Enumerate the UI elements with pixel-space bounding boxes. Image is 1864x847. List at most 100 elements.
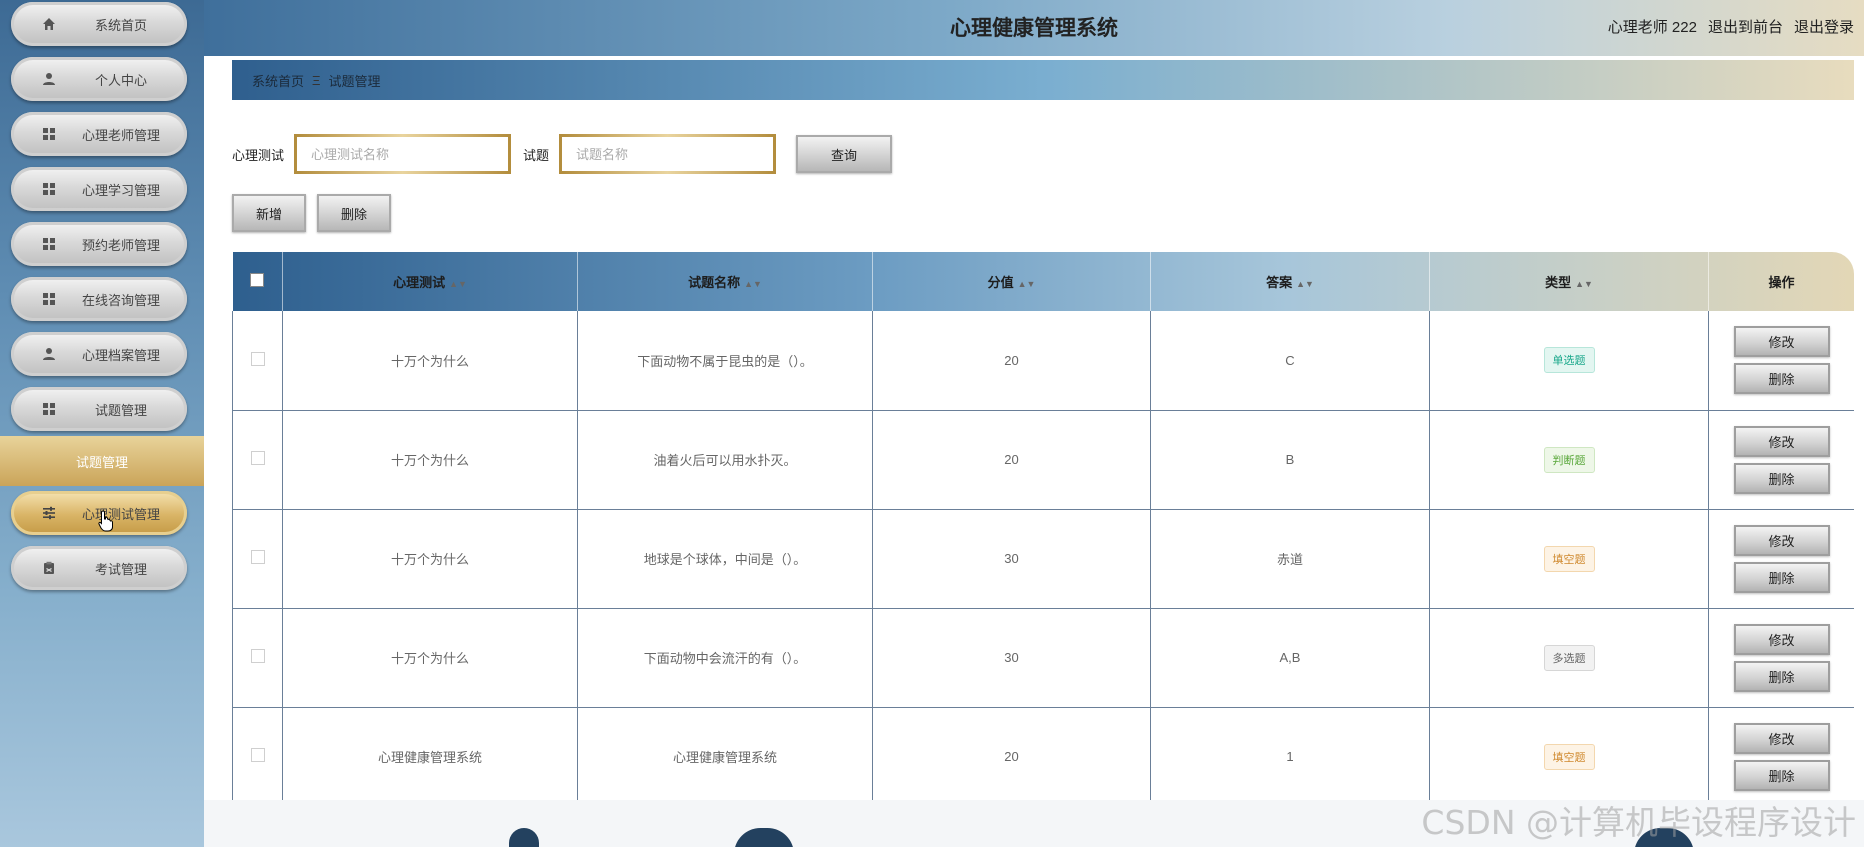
back-to-front-link[interactable]: 退出到前台 xyxy=(1708,16,1783,37)
grid-icon xyxy=(41,181,57,197)
cell-answer: 赤道 xyxy=(1150,509,1430,609)
cell-question: 油着火后可以用水扑灭。 xyxy=(577,410,873,510)
cell-test: 心理健康管理系统 xyxy=(282,707,578,805)
cell-answer: C xyxy=(1150,311,1430,411)
column-header-score[interactable]: 分值 ▲▼ xyxy=(872,252,1151,311)
cell-score: 30 xyxy=(872,509,1151,609)
cell-score: 20 xyxy=(872,311,1151,411)
type-badge: 单选题 xyxy=(1543,347,1595,374)
sort-icon[interactable]: ▲▼ xyxy=(449,279,467,289)
search-form: 心理测试 试题 查询 xyxy=(232,134,893,174)
sidebar-subitem-exam[interactable]: 考试管理 xyxy=(11,546,187,590)
table-row: 十万个为什么 下面动物不属于昆虫的是（）。 20 C 单选题 修改删除 xyxy=(232,311,1854,411)
sidebar-item-label: 系统首页 xyxy=(94,17,147,33)
sidebar-item-label: 心理学习管理 xyxy=(81,182,160,198)
type-badge: 填空题 xyxy=(1543,545,1595,572)
type-badge: 填空题 xyxy=(1543,743,1595,770)
row-checkbox[interactable] xyxy=(250,550,265,564)
delete-button[interactable]: 删除 xyxy=(1733,462,1830,494)
sidebar-item-label: 心理老师管理 xyxy=(81,127,160,143)
cell-test: 十万个为什么 xyxy=(282,608,578,708)
delete-button[interactable]: 删除 xyxy=(1733,660,1830,692)
query-button[interactable]: 查询 xyxy=(796,135,893,173)
sidebar-item-label: 在线咨询管理 xyxy=(81,292,160,308)
edit-button[interactable]: 修改 xyxy=(1733,623,1830,655)
question-name-input[interactable] xyxy=(559,134,777,174)
sidebar-item-home[interactable]: 系统首页 xyxy=(11,2,187,46)
sidebar-item-label: 心理测试管理 xyxy=(81,506,160,522)
row-checkbox[interactable] xyxy=(250,451,265,465)
top-header: 心理健康管理系统 心理老师 222 退出到前台 退出登录 xyxy=(204,0,1864,56)
delete-button[interactable]: 删除 xyxy=(1733,363,1830,395)
row-checkbox[interactable] xyxy=(250,649,265,663)
test-name-input[interactable] xyxy=(294,134,512,174)
add-button[interactable]: 新增 xyxy=(232,194,306,232)
cell-question: 下面动物不属于昆虫的是（）。 xyxy=(577,311,873,411)
type-badge: 判断题 xyxy=(1543,446,1595,473)
column-header-answer[interactable]: 答案 ▲▼ xyxy=(1150,252,1430,311)
breadcrumb: 系统首页 Ξ 试题管理 xyxy=(232,60,1854,100)
column-header-type[interactable]: 类型 ▲▼ xyxy=(1429,252,1709,311)
sidebar-item-archive[interactable]: 心理档案管理 xyxy=(11,332,187,376)
edit-button[interactable]: 修改 xyxy=(1733,524,1830,556)
cell-score: 30 xyxy=(872,608,1151,708)
table-row: 十万个为什么 下面动物中会流汗的有（）。 30 A,B 多选题 修改删除 xyxy=(232,608,1854,708)
logout-link[interactable]: 退出登录 xyxy=(1794,16,1854,37)
select-all-checkbox[interactable] xyxy=(250,273,265,287)
sidebar-section-label: 试题管理 xyxy=(75,454,128,470)
cell-score: 20 xyxy=(872,707,1151,805)
sidebar-item-questions[interactable]: 试题管理 xyxy=(11,387,187,431)
sidebar-item-label: 考试管理 xyxy=(94,561,147,577)
cell-question: 心理健康管理系统 xyxy=(577,707,873,805)
delete-button[interactable]: 删除 xyxy=(1733,561,1830,593)
sidebar-item-appointment[interactable]: 预约老师管理 xyxy=(11,222,187,266)
cell-test: 十万个为什么 xyxy=(282,311,578,411)
sort-icon[interactable]: ▲▼ xyxy=(1296,279,1314,289)
cell-question: 地球是个球体，中间是（）。 xyxy=(577,509,873,609)
cell-question: 下面动物中会流汗的有（）。 xyxy=(577,608,873,708)
grid-icon xyxy=(41,401,57,417)
cell-test: 十万个为什么 xyxy=(282,509,578,609)
sort-icon[interactable]: ▲▼ xyxy=(1018,279,1036,289)
sidebar-item-teacher[interactable]: 心理老师管理 xyxy=(11,112,187,156)
cell-answer: A,B xyxy=(1150,608,1430,708)
hand-cursor-icon xyxy=(98,510,113,532)
questions-table: 心理测试 ▲▼ 试题名称 ▲▼ 分值 ▲▼ 答案 ▲▼ 类型 ▲▼ 操作 十万个为什么 下… xyxy=(232,252,1854,805)
sidebar-item-label: 心理档案管理 xyxy=(81,347,160,363)
cell-test: 十万个为什么 xyxy=(282,410,578,510)
table-row: 十万个为什么 油着火后可以用水扑灭。 20 B 判断题 修改 删除 xyxy=(232,410,1854,510)
sidebar-item-label: 个人中心 xyxy=(94,72,147,88)
edit-button[interactable]: 修改 xyxy=(1733,326,1830,358)
delete-button[interactable]: 删除 xyxy=(1733,759,1830,791)
edit-button[interactable]: 修改 xyxy=(1733,722,1830,754)
sidebar: 系统首页 个人中心 心理老师管理 心理学习管理 预约老师管理 在线咨询管理 心理… xyxy=(0,0,204,847)
sidebar-item-personal[interactable]: 个人中心 xyxy=(11,57,187,101)
breadcrumb-home[interactable]: 系统首页 xyxy=(252,71,304,90)
cloud-decoration-icon xyxy=(509,828,539,847)
breadcrumb-current: 试题管理 xyxy=(328,73,381,89)
current-user-label: 心理老师 222 xyxy=(1607,19,1697,36)
row-checkbox[interactable] xyxy=(250,748,265,762)
sidebar-item-consult[interactable]: 在线咨询管理 xyxy=(11,277,187,321)
grid-icon xyxy=(41,126,57,142)
column-header-test[interactable]: 心理测试 ▲▼ xyxy=(282,252,578,311)
type-badge: 多选题 xyxy=(1543,644,1595,671)
batch-delete-button[interactable]: 删除 xyxy=(317,194,391,232)
column-header-question[interactable]: 试题名称 ▲▼ xyxy=(577,252,873,311)
sidebar-item-study[interactable]: 心理学习管理 xyxy=(11,167,187,211)
user-icon xyxy=(41,346,57,362)
sidebar-item-label: 预约老师管理 xyxy=(81,237,160,253)
sidebar-section-header[interactable]: 试题管理 xyxy=(0,436,204,486)
cell-score: 20 xyxy=(872,410,1151,510)
column-header-actions: 操作 xyxy=(1708,252,1854,311)
watermark-text: CSDN @计算机毕设程序设计 xyxy=(1421,803,1856,842)
sort-icon[interactable]: ▲▼ xyxy=(744,279,762,289)
grid-icon xyxy=(41,236,57,252)
sort-icon[interactable]: ▲▼ xyxy=(1575,279,1593,289)
user-icon xyxy=(41,71,57,87)
home-icon xyxy=(41,16,57,32)
edit-button[interactable]: 修改 xyxy=(1733,425,1830,457)
row-checkbox[interactable] xyxy=(250,351,265,366)
select-all-cell xyxy=(232,252,283,311)
sidebar-item-label: 试题管理 xyxy=(94,402,147,418)
